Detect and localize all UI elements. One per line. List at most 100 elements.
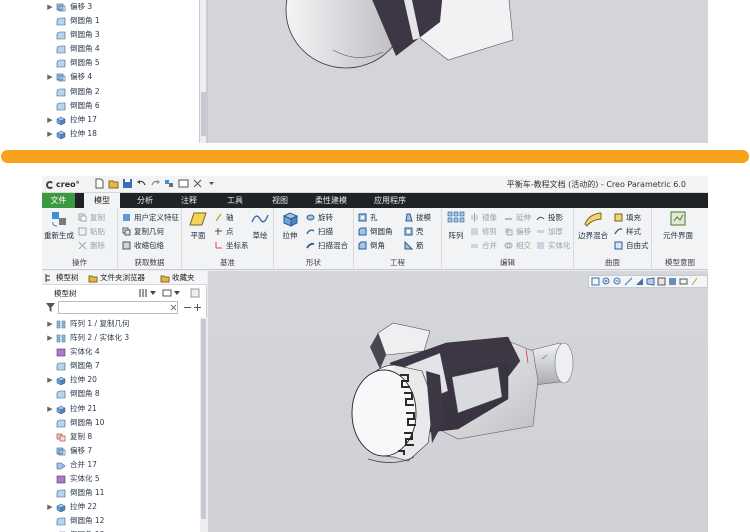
copy-geometry-button[interactable]: 复制几何 — [122, 226, 164, 237]
boundary-blend-button[interactable]: 边界混合 — [576, 210, 610, 241]
swept-blend-button[interactable]: 扫描混合 — [306, 240, 348, 251]
show-icon[interactable] — [162, 288, 172, 298]
tab-flexible-modeling[interactable]: 柔性建模 — [309, 193, 353, 208]
tree-item[interactable]: 合并 17 — [42, 458, 200, 472]
expand-arrow-icon[interactable]: ▶ — [46, 500, 54, 514]
component-interface-button[interactable]: 元件界面 — [658, 210, 698, 241]
tree-item[interactable]: 实体化 4 — [42, 345, 200, 359]
filter-icon[interactable] — [46, 303, 55, 312]
project-button[interactable]: 投影 — [536, 212, 563, 223]
graphics-area[interactable] — [208, 271, 708, 532]
undo-icon[interactable] — [136, 178, 147, 189]
tree-item[interactable]: ▶ 阵列 2 / 实体化 3 — [42, 331, 200, 345]
regenerate-button[interactable]: 重新生成 — [44, 210, 74, 241]
merge-button[interactable]: 合并 — [470, 240, 497, 251]
save-icon[interactable] — [122, 178, 133, 189]
sketch-button[interactable]: 草绘 — [246, 210, 274, 241]
solidify-button[interactable]: 实体化 — [536, 240, 571, 251]
tab-tools[interactable]: 工具 — [220, 193, 250, 208]
regenerate-icon[interactable] — [164, 178, 175, 189]
add-icon[interactable] — [194, 304, 201, 311]
mirror-button[interactable]: 镜像 — [470, 212, 497, 223]
collapse-icon[interactable] — [184, 304, 191, 311]
tree-item[interactable]: 倒圆角 8 — [42, 387, 200, 401]
tree-item[interactable]: 倒圆角 10 — [42, 416, 200, 430]
fill-button[interactable]: 填充 — [614, 212, 641, 223]
tree-item[interactable]: 倒圆角 3 — [42, 28, 199, 42]
copy-button[interactable]: 复制 — [78, 212, 105, 223]
clear-search-icon[interactable] — [170, 304, 177, 311]
customize-qat-icon[interactable] — [206, 178, 217, 189]
tree-item[interactable]: ▶ 拉伸 18 — [42, 127, 199, 141]
sweep-button[interactable]: 扫描 — [306, 226, 333, 237]
freestyle-button[interactable]: 自由式 — [614, 240, 649, 251]
tab-model-tree[interactable]: 模型树 — [44, 272, 79, 284]
chevron-down-icon[interactable] — [174, 290, 180, 296]
tree-scrollbar[interactable] — [200, 317, 207, 532]
expand-arrow-icon[interactable]: ▶ — [46, 317, 54, 331]
point-button[interactable]: 点 — [214, 226, 234, 237]
offset-button[interactable]: 偏移 — [504, 226, 531, 237]
expand-arrow-icon[interactable]: ▶ — [46, 70, 54, 84]
windows-icon[interactable] — [178, 178, 189, 189]
revolve-button[interactable]: 旋转 — [306, 212, 333, 223]
plane-button[interactable]: 平面 — [184, 210, 212, 241]
expand-arrow-icon[interactable]: ▶ — [46, 127, 54, 141]
settings-icon[interactable] — [138, 288, 148, 298]
tree-item[interactable]: ▶ 拉伸 20 — [42, 373, 200, 387]
trim-button[interactable]: 修剪 — [470, 226, 497, 237]
delete-button[interactable]: 删除 — [78, 240, 105, 251]
style-button[interactable]: 样式 — [614, 226, 641, 237]
redo-icon[interactable] — [150, 178, 161, 189]
tree-item[interactable]: ▶ 拉伸 17 — [42, 113, 199, 127]
tree-item[interactable]: 倒圆角 2 — [42, 85, 199, 99]
extend-button[interactable]: 延伸 — [504, 212, 531, 223]
rib-button[interactable]: 筋 — [404, 240, 424, 251]
expand-arrow-icon[interactable]: ▶ — [46, 113, 54, 127]
top-graphics-area[interactable] — [208, 0, 708, 143]
tree-item[interactable]: 倒圆角 1 — [42, 14, 199, 28]
extrude-button[interactable]: 拉伸 — [276, 210, 304, 241]
tab-applications[interactable]: 应用程序 — [368, 193, 412, 208]
intersect-button[interactable]: 相交 — [504, 240, 531, 251]
thicken-button[interactable]: 加厚 — [536, 226, 563, 237]
expand-arrow-icon[interactable]: ▶ — [46, 331, 54, 345]
chevron-down-icon[interactable] — [150, 290, 156, 296]
expand-arrow-icon[interactable]: ▶ — [46, 0, 54, 14]
shrinkwrap-button[interactable]: 收缩包络 — [122, 240, 164, 251]
tree-item[interactable]: 倒圆角 4 — [42, 42, 199, 56]
tree-item[interactable]: 倒圆角 7 — [42, 359, 200, 373]
top-tree-scrollbar[interactable] — [200, 0, 207, 143]
tree-item[interactable]: 实体化 5 — [42, 472, 200, 486]
tree-filter-icon[interactable] — [190, 288, 200, 298]
expand-arrow-icon[interactable]: ▶ — [46, 373, 54, 387]
tab-file[interactable]: 文件 — [42, 193, 75, 208]
tab-model[interactable]: 模型 — [84, 193, 120, 208]
csys-button[interactable]: 坐标系 — [214, 240, 249, 251]
round-button[interactable]: 倒圆角 — [358, 226, 393, 237]
tab-favorites[interactable]: 收藏夹 — [160, 272, 195, 284]
tab-annotate[interactable]: 注释 — [174, 193, 204, 208]
tree-item[interactable]: 偏移 7 — [42, 444, 200, 458]
tree-item[interactable]: 倒圆角 13 — [42, 528, 200, 532]
tab-view[interactable]: 视图 — [265, 193, 295, 208]
close-window-icon[interactable] — [192, 178, 203, 189]
chamfer-button[interactable]: 倒角 — [358, 240, 385, 251]
tree-search-input[interactable] — [58, 301, 178, 314]
tree-item[interactable]: ▶ 拉伸 21 — [42, 402, 200, 416]
paste-button[interactable]: 粘贴 — [78, 226, 105, 237]
udf-button[interactable]: 用户定义特征 — [122, 212, 179, 223]
tab-analysis[interactable]: 分析 — [130, 193, 160, 208]
shell-button[interactable]: 壳 — [404, 226, 424, 237]
axis-button[interactable]: 轴 — [214, 212, 234, 223]
hole-button[interactable]: 孔 — [358, 212, 378, 223]
expand-arrow-icon[interactable]: ▶ — [46, 402, 54, 416]
scrollbar-thumb[interactable] — [201, 319, 206, 519]
tree-item[interactable]: 倒圆角 6 — [42, 99, 199, 113]
tree-item[interactable]: ▶ 拉伸 22 — [42, 500, 200, 514]
tree-item[interactable]: 倒圆角 11 — [42, 486, 200, 500]
tree-item[interactable]: ▶ 偏移 4 — [42, 70, 199, 84]
draft-button[interactable]: 拔模 — [404, 212, 431, 223]
new-file-icon[interactable] — [94, 178, 105, 189]
scrollbar-thumb[interactable] — [201, 92, 206, 136]
